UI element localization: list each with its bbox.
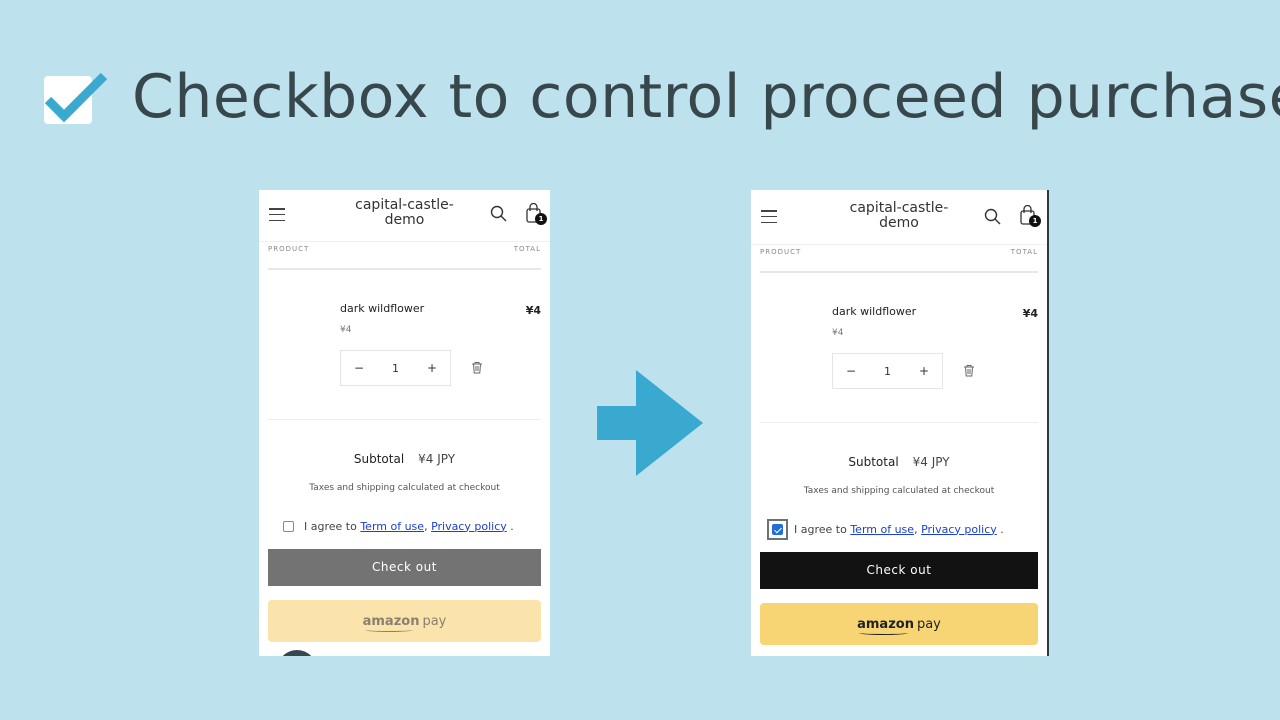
trash-icon[interactable] (471, 361, 483, 374)
cart-count-badge: 1 (1029, 215, 1041, 227)
trash-icon[interactable] (963, 364, 975, 377)
privacy-policy-link[interactable]: Privacy policy (431, 520, 507, 533)
checkout-button[interactable]: Check out (760, 552, 1038, 589)
quantity-input[interactable]: 1 (884, 365, 891, 378)
item-total: ¥4 (525, 304, 541, 317)
agree-suffix: . (506, 519, 514, 533)
item-unit-price: ¥4 (832, 328, 844, 338)
chat-button[interactable] (277, 650, 317, 656)
increase-quantity-button[interactable]: + (916, 364, 932, 378)
subtotal-label: Subtotal (353, 452, 405, 466)
column-total: TOTAL (513, 245, 541, 253)
item-name[interactable]: dark wildflower (340, 302, 424, 315)
cart-item: dark wildflower ¥4 ¥4 − 1 + (268, 270, 541, 420)
store-header: capital-castle- demo 1 (751, 190, 1047, 245)
amazon-pay-label: pay (916, 616, 941, 632)
subtotal-value: ¥4 JPY (912, 455, 950, 469)
column-product: PRODUCT (268, 245, 310, 253)
arrow-right-icon (597, 370, 703, 476)
subtotal: Subtotal ¥4 JPY (751, 455, 1047, 469)
agree-terms-row: I agree to Term of use , Privacy policy … (259, 511, 550, 541)
column-total: TOTAL (1010, 248, 1038, 256)
terms-of-use-link[interactable]: Term of use (850, 523, 914, 536)
quantity-stepper: − 1 + (340, 350, 451, 386)
terms-of-use-link[interactable]: Term of use (360, 520, 424, 533)
decrease-quantity-button[interactable]: − (351, 361, 367, 375)
increase-quantity-button[interactable]: + (424, 361, 440, 375)
agree-prefix: I agree to (794, 522, 851, 536)
quantity-input[interactable]: 1 (392, 362, 399, 375)
privacy-policy-link[interactable]: Privacy policy (921, 523, 997, 536)
item-name[interactable]: dark wildflower (832, 305, 916, 318)
column-headers: PRODUCT TOTAL (268, 242, 541, 270)
item-unit-price: ¥4 (340, 325, 352, 335)
checkbox-checked-icon (44, 72, 108, 124)
amazon-logo: amazon (857, 616, 914, 635)
amazon-pay-button[interactable]: amazon pay (268, 600, 541, 642)
store-header: capital-castle- demo 1 (259, 190, 550, 242)
column-product: PRODUCT (760, 248, 802, 256)
taxes-note: Taxes and shipping calculated at checkou… (309, 483, 500, 493)
amazon-pay-label: pay (422, 613, 447, 629)
item-total: ¥4 (1022, 307, 1038, 320)
cart-count-badge: 1 (535, 213, 547, 225)
separator: , (424, 519, 432, 533)
checkout-button[interactable]: Check out (268, 549, 541, 586)
taxes-note: Taxes and shipping calculated at checkou… (803, 486, 995, 496)
store-name[interactable]: capital-castle- demo (751, 201, 1047, 231)
quantity-stepper: − 1 + (832, 353, 943, 389)
headline: Checkbox to control proceed purchase (44, 62, 1280, 132)
cart-screen-before: capital-castle- demo 1 PRODUCT TOTAL dar… (259, 190, 550, 656)
agree-prefix: I agree to (304, 519, 361, 533)
agree-checkbox[interactable] (283, 520, 294, 532)
headline-title: Checkbox to control proceed purchase (132, 62, 1280, 132)
subtotal: Subtotal ¥4 JPY (259, 452, 550, 466)
separator: , (914, 522, 922, 536)
cart-item: dark wildflower ¥4 ¥4 − 1 + (760, 273, 1038, 423)
decrease-quantity-button[interactable]: − (843, 364, 859, 378)
agree-terms-row: I agree to Term of use , Privacy policy … (751, 514, 1047, 544)
agree-suffix: . (996, 522, 1004, 536)
agree-checkbox-focus-ring (767, 518, 788, 540)
cart-screen-after: capital-castle- demo 1 PRODUCT TOTAL dar… (751, 190, 1049, 656)
amazon-logo: amazon (362, 613, 420, 632)
search-icon[interactable] (490, 205, 508, 223)
amazon-pay-button[interactable]: amazon pay (760, 603, 1038, 645)
subtotal-label: Subtotal (848, 455, 899, 469)
agree-checkbox[interactable] (772, 523, 783, 535)
subtotal-value: ¥4 JPY (418, 452, 456, 466)
search-icon[interactable] (984, 208, 1002, 226)
column-headers: PRODUCT TOTAL (760, 245, 1038, 273)
